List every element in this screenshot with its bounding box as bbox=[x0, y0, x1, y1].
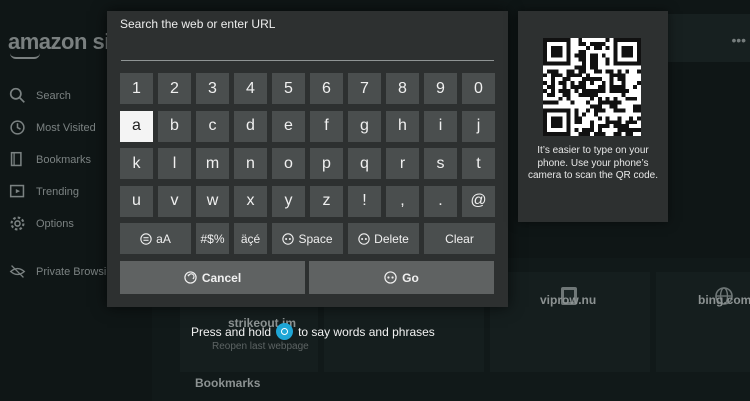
alexa-voice-icon bbox=[276, 323, 294, 340]
key-l[interactable]: l bbox=[158, 148, 191, 179]
key-q[interactable]: q bbox=[348, 148, 381, 179]
trending-icon bbox=[9, 184, 25, 198]
delete-key[interactable]: Delete bbox=[348, 223, 419, 254]
key-m[interactable]: m bbox=[196, 148, 229, 179]
key-7[interactable]: 7 bbox=[348, 73, 381, 104]
key-g[interactable]: g bbox=[348, 110, 381, 142]
key-y[interactable]: y bbox=[272, 185, 305, 217]
go-button[interactable]: Go bbox=[309, 261, 494, 294]
key-d[interactable]: d bbox=[234, 110, 267, 142]
key-i[interactable]: i bbox=[424, 110, 457, 142]
top-site-tile[interactable] bbox=[490, 272, 650, 372]
key-u[interactable]: u bbox=[120, 185, 153, 217]
key-3[interactable]: 3 bbox=[196, 73, 229, 104]
top-site-tile[interactable] bbox=[656, 272, 750, 372]
key-8[interactable]: 8 bbox=[386, 73, 419, 104]
key-k[interactable]: k bbox=[120, 148, 153, 179]
key-e[interactable]: e bbox=[272, 110, 305, 142]
symbols-key[interactable]: #$% bbox=[196, 223, 229, 254]
accents-key[interactable]: äçé bbox=[234, 223, 267, 254]
bookmarks-heading: Bookmarks bbox=[195, 376, 261, 390]
key-0[interactable]: 0 bbox=[462, 73, 495, 104]
space-key[interactable]: Space bbox=[272, 223, 343, 254]
keyboard-panel: Search the web or enter URL aA #$% äçé S… bbox=[107, 11, 508, 307]
sidebar-item-options[interactable]: Options bbox=[9, 215, 74, 232]
tile-label: bing.com bbox=[698, 293, 750, 307]
key-o[interactable]: o bbox=[272, 148, 305, 179]
key-z[interactable]: z bbox=[310, 185, 343, 217]
sidebar-item-search[interactable]: Search bbox=[9, 87, 71, 104]
reopen-last-webpage: Reopen last webpage bbox=[212, 341, 309, 352]
key-t[interactable]: t bbox=[462, 148, 495, 179]
key-j[interactable]: j bbox=[462, 110, 495, 142]
gear-icon bbox=[10, 216, 25, 231]
key-n[interactable]: n bbox=[234, 148, 267, 179]
private-eye-icon bbox=[9, 265, 26, 278]
bookmark-icon bbox=[10, 151, 22, 167]
key-r[interactable]: r bbox=[386, 148, 419, 179]
key-symbol[interactable]: , bbox=[386, 185, 419, 217]
cancel-button[interactable]: Cancel bbox=[120, 261, 305, 294]
tile-label: viprow.nu bbox=[540, 293, 597, 307]
qr-hint-text: It’s easier to type on your phone. Use y… bbox=[527, 145, 659, 181]
key-h[interactable]: h bbox=[386, 110, 419, 142]
sidebar-item-bookmarks[interactable]: Bookmarks bbox=[9, 151, 91, 168]
key-symbol[interactable]: ! bbox=[348, 185, 381, 217]
key-symbol[interactable]: @ bbox=[462, 185, 495, 217]
sidebar-item-private-browsing[interactable]: Private Browsi bbox=[9, 263, 106, 280]
key-2[interactable]: 2 bbox=[158, 73, 191, 104]
amazon-silk-logo: amazon si bbox=[8, 29, 110, 59]
remote-button-icon bbox=[358, 232, 370, 245]
key-c[interactable]: c bbox=[196, 110, 229, 142]
sidebar-item-most-visited[interactable]: Most Visited bbox=[9, 119, 96, 136]
key-f[interactable]: f bbox=[310, 110, 343, 142]
remote-button-icon bbox=[282, 232, 295, 245]
clear-key[interactable]: Clear bbox=[424, 223, 495, 254]
key-5[interactable]: 5 bbox=[272, 73, 305, 104]
remote-button-icon bbox=[384, 271, 397, 284]
more-icon: • • • bbox=[731, 32, 747, 48]
keyboard-title: Search the web or enter URL bbox=[120, 17, 276, 31]
url-input[interactable] bbox=[121, 38, 494, 61]
key-symbol[interactable]: . bbox=[424, 185, 457, 217]
key-4[interactable]: 4 bbox=[234, 73, 267, 104]
case-toggle-key[interactable]: aA bbox=[120, 223, 191, 254]
qr-code-icon bbox=[543, 38, 641, 136]
key-s[interactable]: s bbox=[424, 148, 457, 179]
back-icon bbox=[184, 271, 197, 284]
key-6[interactable]: 6 bbox=[310, 73, 343, 104]
key-p[interactable]: p bbox=[310, 148, 343, 179]
key-1[interactable]: 1 bbox=[120, 73, 153, 104]
voice-hint: Press and hold to say words and phrases bbox=[191, 323, 435, 340]
sidebar-item-trending[interactable]: Trending bbox=[9, 183, 79, 200]
history-icon bbox=[10, 120, 25, 135]
bg-search-bar: • • • bbox=[668, 14, 750, 62]
key-a[interactable]: a bbox=[120, 110, 153, 142]
key-x[interactable]: x bbox=[234, 185, 267, 217]
search-icon bbox=[9, 87, 25, 103]
key-9[interactable]: 9 bbox=[424, 73, 457, 104]
case-toggle-icon bbox=[140, 232, 152, 245]
key-v[interactable]: v bbox=[158, 185, 191, 217]
qr-panel: It’s easier to type on your phone. Use y… bbox=[518, 11, 668, 222]
key-b[interactable]: b bbox=[158, 110, 191, 142]
key-w[interactable]: w bbox=[196, 185, 229, 217]
